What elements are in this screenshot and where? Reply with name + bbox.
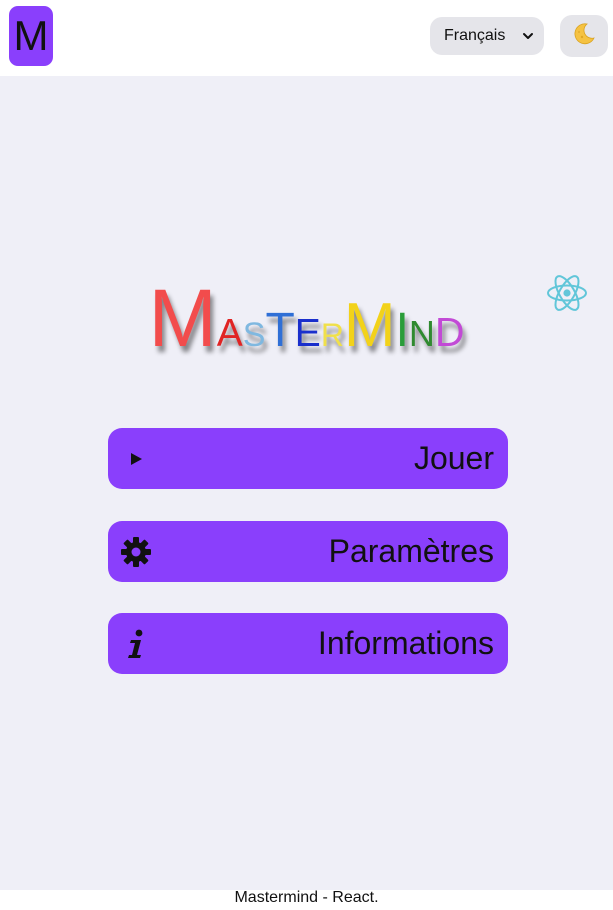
title-letter: N — [408, 313, 435, 354]
app-logo[interactable]: M — [9, 6, 53, 66]
title-letter: E — [294, 312, 321, 355]
settings-button-label: Paramètres — [328, 533, 494, 569]
mastermind-title: MASTERMIND — [0, 278, 613, 368]
gear-icon — [120, 536, 152, 568]
title-letter: A — [216, 312, 243, 355]
top-bar: M Français — [0, 0, 613, 76]
play-icon — [120, 443, 152, 475]
language-select-value: Français — [444, 27, 506, 44]
app-logo-letter: M — [13, 12, 49, 59]
title-letter: I — [395, 304, 409, 357]
title-letter: M — [148, 273, 217, 364]
info-button-label: Informations — [317, 625, 494, 661]
info-icon — [120, 628, 152, 660]
moon-icon — [572, 22, 596, 51]
theme-toggle-button[interactable] — [560, 15, 608, 57]
title-letter: S — [242, 316, 266, 354]
title-letter: D — [434, 309, 465, 355]
chevron-down-icon — [522, 30, 534, 42]
play-button-label: Jouer — [413, 440, 494, 476]
title-letter: M — [343, 291, 396, 360]
language-select[interactable]: Français — [430, 17, 544, 55]
settings-button[interactable]: Paramètres — [108, 521, 508, 582]
footer-text: Mastermind - React. — [234, 889, 379, 906]
title-letter: R — [320, 317, 344, 353]
info-button[interactable]: Informations — [108, 613, 508, 674]
title-letter: T — [265, 304, 295, 357]
footer: Mastermind - React. — [0, 890, 613, 910]
play-button[interactable]: Jouer — [108, 428, 508, 489]
